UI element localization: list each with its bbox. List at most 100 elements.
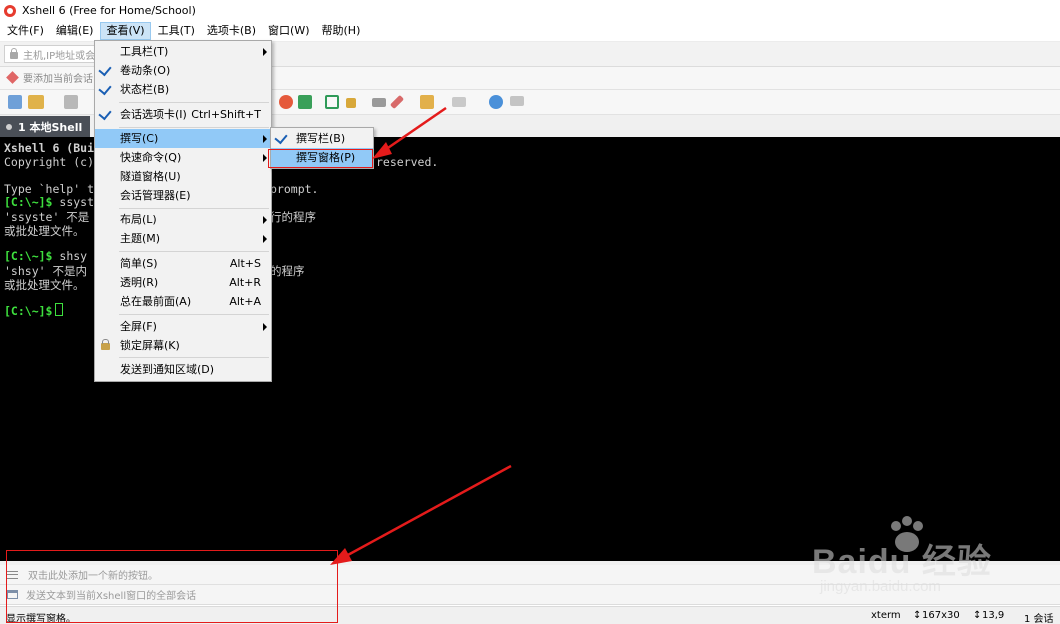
add-session-link[interactable]: 要添加当前会话	[6, 70, 93, 85]
menu-item-label: 全屏(F)	[120, 320, 157, 333]
menu-item-label: 隧道窗格(U)	[120, 170, 181, 183]
highlight-icon[interactable]	[389, 94, 405, 110]
menu-item-simple[interactable]: 简单(S) Alt+S	[95, 254, 271, 273]
menu-item-label: 快速命令(Q)	[120, 151, 182, 164]
submenu-arrow-icon	[263, 154, 267, 162]
xshell-window: Xshell 6 (Free for Home/School) 文件(F) 编辑…	[0, 0, 1060, 624]
add-session-link-label: 要添加当前会话	[23, 74, 93, 85]
terminal-cursor	[55, 303, 64, 316]
lock-screen-icon[interactable]	[346, 98, 356, 108]
lock-icon	[101, 339, 110, 350]
menu-window[interactable]: 窗口(W)	[263, 22, 314, 40]
xftp-icon[interactable]	[279, 95, 293, 109]
menu-item-label: 透明(R)	[120, 276, 159, 289]
host-address-input[interactable]: 主机,IP地址或会	[4, 45, 100, 63]
terminal-line: 或批处理文件。	[4, 224, 85, 238]
menu-item-send-to-tray[interactable]: 发送到通知区域(D)	[95, 360, 271, 379]
menu-item-session-tabs[interactable]: 会话选项卡(I) Ctrl+Shift+T	[95, 105, 271, 124]
menu-item-fullscreen[interactable]: 全屏(F)	[95, 317, 271, 336]
menu-tabs[interactable]: 选项卡(B)	[202, 22, 261, 40]
keyboard-icon[interactable]	[372, 98, 386, 107]
checkmark-icon	[98, 81, 112, 96]
menu-file[interactable]: 文件(F)	[2, 22, 49, 40]
chat-icon[interactable]	[510, 96, 524, 106]
terminal-line: prompt.	[270, 182, 319, 196]
terminal-line: Copyright (c)	[4, 155, 95, 169]
watermark-url: jingyan.baidu.com	[820, 578, 941, 595]
new-session-icon[interactable]	[8, 95, 22, 109]
menu-item-theme[interactable]: 主题(M)	[95, 229, 271, 248]
status-session-count: 1 会话	[1024, 614, 1054, 624]
status-size-icon: ↕	[913, 610, 922, 621]
menu-item-shortcut: Alt+A	[229, 295, 261, 308]
terminal-line: Type `help' to	[4, 182, 101, 196]
menu-view[interactable]: 查看(V)	[100, 22, 151, 40]
menu-tools[interactable]: 工具(T)	[153, 22, 200, 40]
disconnect-icon[interactable]	[64, 95, 78, 109]
menu-item-label: 状态栏(B)	[120, 83, 170, 96]
sftp-icon[interactable]	[298, 95, 312, 109]
checkmark-icon	[98, 106, 112, 121]
terminal-line: 行的程序	[270, 210, 316, 224]
terminal-line: Xshell 6 (Buil	[4, 141, 101, 155]
menu-item-label: 工具栏(T)	[120, 45, 169, 58]
terminal-prompt: [C:\~]$	[4, 304, 53, 318]
menu-item-label: 会话选项卡(I)	[120, 108, 187, 121]
xshell-logo-icon	[4, 4, 16, 17]
menu-item-shortcut: Alt+R	[229, 276, 261, 289]
menu-item-lock-screen[interactable]: 锁定屏幕(K)	[95, 336, 271, 355]
menu-item-label: 布局(L)	[120, 213, 157, 226]
open-folder-icon[interactable]	[28, 95, 44, 109]
tab-status-icon	[6, 123, 12, 130]
status-cursor-icon: ↕	[973, 610, 982, 621]
tab-local-shell[interactable]: 1 本地Shell	[0, 116, 91, 137]
terminal-command: shsy	[59, 249, 88, 263]
menu-item-shortcut: Alt+S	[229, 257, 261, 270]
menu-item-label: 撰写(C)	[120, 132, 159, 145]
menu-item-label: 总在最前面(A)	[120, 295, 192, 308]
menu-item-label: 发送到通知区域(D)	[120, 363, 215, 376]
menu-item-label: 锁定屏幕(K)	[120, 339, 180, 352]
menu-item-scrollbar[interactable]: 卷动条(O)	[95, 61, 271, 80]
terminal-line: reserved.	[376, 155, 439, 169]
host-address-placeholder: 主机,IP地址或会	[23, 50, 96, 62]
menu-edit[interactable]: 编辑(E)	[51, 22, 99, 40]
submenu-arrow-icon	[263, 135, 267, 143]
status-cursor-position: 13,9	[982, 610, 1005, 621]
menu-item-tunnel-pane[interactable]: 隧道窗格(U)	[95, 167, 271, 186]
help-icon[interactable]	[489, 95, 503, 109]
window-title: Xshell 6 (Free for Home/School)	[22, 4, 196, 17]
fullscreen-icon[interactable]	[325, 95, 339, 109]
menu-item-label: 卷动条(O)	[120, 64, 171, 77]
menu-separator	[119, 127, 269, 128]
menu-item-always-on-top[interactable]: 总在最前面(A) Alt+A	[95, 292, 271, 311]
menu-bar: 文件(F) 编辑(E) 查看(V) 工具(T) 选项卡(B) 窗口(W) 帮助(…	[0, 21, 1060, 42]
menu-item-label: 会话管理器(E)	[120, 189, 191, 202]
annotation-highlight-box	[6, 550, 338, 623]
terminal-line: 或批处理文件。	[4, 278, 85, 292]
terminal-prompt: [C:\~]$	[4, 249, 53, 263]
baidu-watermark: Baidu 经验 jingyan.baidu.com	[812, 516, 1012, 600]
menu-item-compose-bar[interactable]: 撰写栏(B)	[271, 129, 373, 148]
layout-icon[interactable]	[452, 97, 466, 107]
watermark-main-text: Baidu 经验	[812, 543, 992, 581]
tab-label: 1 本地Shell	[18, 120, 83, 134]
submenu-arrow-icon	[263, 48, 267, 56]
menu-item-quick-commands[interactable]: 快速命令(Q)	[95, 148, 271, 167]
menu-item-shortcut: Ctrl+Shift+T	[191, 108, 261, 121]
menu-separator	[119, 314, 269, 315]
menu-item-transparent[interactable]: 透明(R) Alt+R	[95, 273, 271, 292]
menu-item-statusbar[interactable]: 状态栏(B)	[95, 80, 271, 99]
menu-item-label: 撰写栏(B)	[296, 132, 346, 145]
menu-item-compose[interactable]: 撰写(C)	[95, 129, 271, 148]
menu-item-toolbar[interactable]: 工具栏(T)	[95, 42, 271, 61]
submenu-arrow-icon	[263, 323, 267, 331]
view-menu-dropdown: 工具栏(T) 卷动条(O) 状态栏(B) 会话选项卡(I) Ctrl+Shift…	[94, 40, 272, 382]
menu-item-session-manager[interactable]: 会话管理器(E)	[95, 186, 271, 205]
menu-separator	[119, 251, 269, 252]
menu-item-layout[interactable]: 布局(L)	[95, 210, 271, 229]
submenu-arrow-icon	[263, 235, 267, 243]
menu-help[interactable]: 帮助(H)	[317, 22, 366, 40]
annotation-highlight-box	[268, 149, 373, 168]
new-folder-icon[interactable]	[420, 95, 434, 109]
